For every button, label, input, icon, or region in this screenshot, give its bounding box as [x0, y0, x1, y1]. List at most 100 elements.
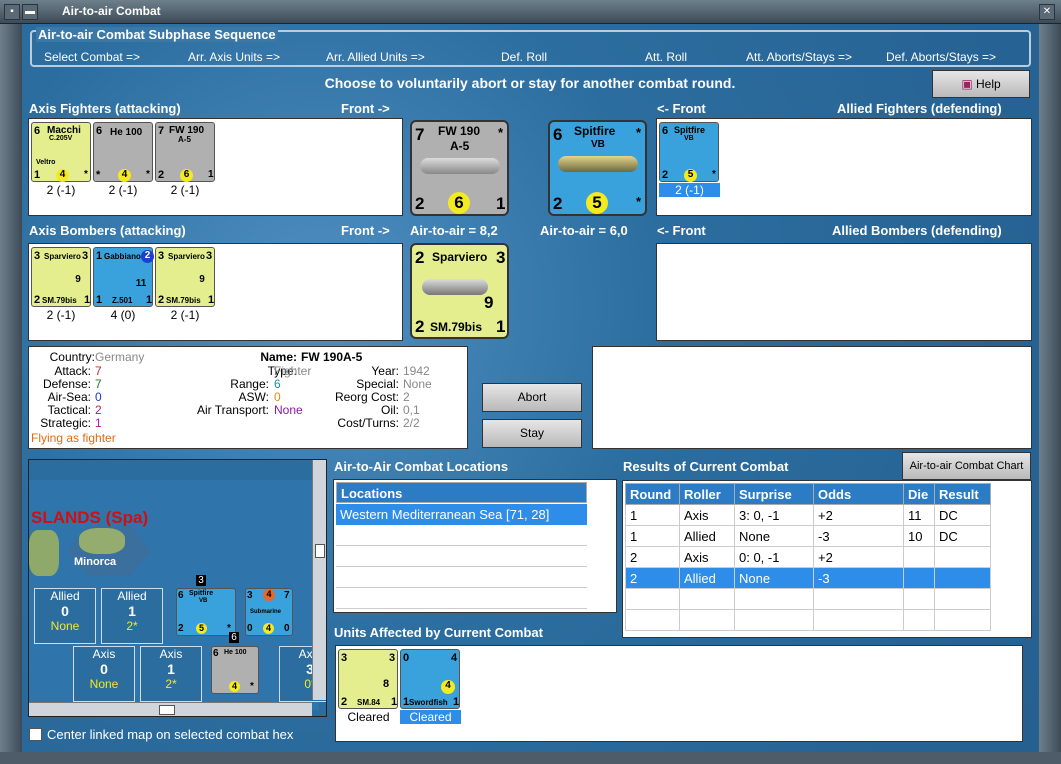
col-surprise: Surprise	[734, 483, 814, 505]
box-title: Axis	[159, 647, 183, 661]
map-vertical-scrollbar[interactable]	[312, 460, 326, 700]
big-fw190-counter[interactable]: 7 FW 190 A-5 * 2 6 1	[410, 120, 509, 216]
box-count: 1	[167, 661, 175, 677]
sparviero-counter-1[interactable]: 3 Sparviero 3 9 2 SM.79bis 1	[31, 247, 91, 307]
counter-name: Sparviero	[168, 252, 205, 261]
counter-tl: 0	[403, 652, 410, 664]
counter-name: Swordfish	[409, 698, 448, 707]
counter-def: 2	[158, 169, 165, 181]
gabbiano-counter[interactable]: 1 Gabbiano 2 11 1 Z.501 1	[93, 247, 154, 307]
counter-name: Spitfire	[674, 125, 706, 135]
allied-bombers-panel[interactable]	[656, 243, 1032, 341]
cell	[903, 546, 935, 568]
shade-icon[interactable]: ▬	[22, 4, 38, 20]
axis-bombers-panel[interactable]: 3 Sparviero 3 9 2 SM.79bis 1 2 (-1) 1 Ga…	[28, 243, 403, 341]
air-combat-chart-button[interactable]: Air-to-air Combat Chart	[902, 452, 1031, 480]
counter-tl: 3	[341, 652, 348, 664]
counter-value: 9	[75, 274, 81, 285]
center-map-checkbox[interactable]	[29, 728, 42, 741]
tactical-key: Tactical:	[47, 403, 91, 417]
cell	[903, 567, 935, 589]
axis-bombers-header: Axis Bombers (attacking)	[29, 223, 186, 238]
counter-attack: 7	[415, 125, 425, 144]
counter-name: Sparviero	[44, 252, 81, 261]
sparviero-1-strength: 2 (-1)	[46, 308, 76, 322]
counter-value: 4	[229, 681, 240, 692]
counter-model: SM.79bis	[430, 320, 483, 334]
reorg-value: 2	[403, 390, 410, 404]
results-table: Round Roller Surprise Odds Die Result 1A…	[625, 483, 991, 631]
horizontal-scroll-thumb[interactable]	[159, 705, 175, 715]
counter-model: VB	[591, 139, 605, 150]
counter-tl: 3	[158, 250, 165, 262]
title-bar[interactable]: ▪ ▬ Air-to-air Combat ✕	[0, 0, 1061, 24]
locations-list[interactable]: Locations Western Mediterranean Sea [71,…	[333, 479, 617, 613]
location-item[interactable]: Western Mediterranean Sea [71, 28]	[336, 504, 587, 525]
year-key: Year:	[371, 364, 399, 378]
he100-counter[interactable]: 6 He 100 * 4 *	[93, 122, 153, 182]
big-spitfire-counter[interactable]: 6 Spitfire VB * 2 5 *	[548, 120, 647, 216]
table-row[interactable]: 1 Allied None -3 10 DC	[625, 525, 991, 547]
center-map-label: Center linked map on selected combat hex	[47, 727, 294, 742]
sea-area-label: SLANDS (Spa)	[31, 508, 149, 527]
swordfish-counter[interactable]: 0 4 4 1 Swordfish 1	[400, 649, 460, 709]
counter-attack: 6	[553, 125, 563, 144]
step-select-combat: Select Combat =>	[44, 50, 141, 64]
map-he100-counter[interactable]: 6 He 100 4 *	[211, 646, 259, 694]
table-row-selected[interactable]: 2 Allied None -3	[625, 567, 991, 589]
affected-units-panel[interactable]: 3 3 8 2 SM.84 1 Cleared 0 4 4 1 Swordfis…	[335, 645, 1023, 742]
macchi-counter[interactable]: 6 Macchi C.205V Veltro 1 4 *	[31, 122, 91, 182]
table-row[interactable]: 2 Axis 0: 0, -1 +2	[625, 546, 991, 568]
col-result: Result	[934, 483, 991, 505]
strategic-key: Strategic:	[40, 416, 91, 430]
linked-map[interactable]: SLANDS (Spa) Minorca Allied 0 None Allied 1…	[28, 459, 327, 717]
counter-value: 5	[684, 169, 697, 182]
stay-button[interactable]: Stay	[482, 419, 582, 448]
name-key: Name:	[260, 350, 297, 364]
book-icon: ▣	[961, 77, 973, 91]
stack-count-2: 6	[229, 632, 239, 643]
map-spitfire-counter[interactable]: 6 Spitfire VB 2 5 *	[176, 588, 236, 636]
counter-model: SM.79bis	[42, 296, 77, 305]
attack-key: Attack:	[54, 364, 91, 378]
counter-tr: 4	[451, 652, 458, 664]
table-row[interactable]: 1 Axis 3: 0, -1 +2 11 DC	[625, 504, 991, 526]
abort-button[interactable]: Abort	[482, 383, 582, 412]
flying-status: Flying as fighter	[31, 431, 116, 445]
counter-star: *	[250, 681, 254, 692]
sparviero-counter-2[interactable]: 3 Sparviero 3 9 2 SM.79bis 1	[155, 247, 215, 307]
table-row-empty	[625, 588, 991, 610]
counter-br: 0	[284, 623, 290, 634]
box-title: Allied	[117, 589, 147, 603]
help-button[interactable]: ▣ Help	[932, 70, 1030, 98]
macchi-strength: 2 (-1)	[46, 183, 76, 197]
counter-name: He 100	[110, 127, 143, 138]
close-icon[interactable]: ✕	[1039, 4, 1055, 20]
counter-star: *	[636, 125, 642, 140]
big-sparviero-counter[interactable]: 2 Sparviero 3 9 2 SM.79bis 1	[410, 243, 509, 339]
vertical-scroll-thumb[interactable]	[315, 544, 325, 558]
allied-fighters-panel[interactable]: 6 Spitfire VB 2 5 * 2 (-1)	[656, 118, 1032, 216]
counter-model: C.205V	[49, 135, 73, 142]
step-def-aborts: Def. Aborts/Stays =>	[886, 50, 997, 64]
locations-title: Air-to-Air Combat Locations	[334, 459, 509, 474]
fw190-counter[interactable]: 7 FW 190 A-5 2 6 1	[155, 122, 215, 182]
map-submarine-counter[interactable]: 3 4 7 Submarine 0 4 0	[245, 588, 293, 636]
strategic-value: 1	[95, 416, 102, 430]
sm84-counter[interactable]: 3 3 8 2 SM.84 1	[338, 649, 398, 709]
instruction-text: Choose to voluntarily abort or stay for …	[324, 75, 736, 91]
plane-icon	[558, 156, 638, 172]
counter-tr: 3	[389, 652, 396, 664]
counter-star: *	[84, 169, 88, 180]
special-key: Special:	[356, 377, 399, 391]
system-menu-icon[interactable]: ▪	[4, 4, 20, 20]
cell: DC	[934, 525, 991, 547]
minorca-land	[79, 528, 125, 554]
map-horizontal-scrollbar[interactable]	[29, 702, 312, 716]
counter-def: 2	[178, 623, 184, 634]
counter-attack: 6	[662, 125, 669, 137]
axis-fighters-panel[interactable]: 6 Macchi C.205V Veltro 1 4 * 2 (-1) 6 He…	[28, 118, 403, 216]
counter-value: 9	[199, 274, 205, 285]
counter-attack: 7	[158, 125, 165, 137]
spitfire-counter[interactable]: 6 Spitfire VB 2 5 *	[659, 122, 719, 182]
